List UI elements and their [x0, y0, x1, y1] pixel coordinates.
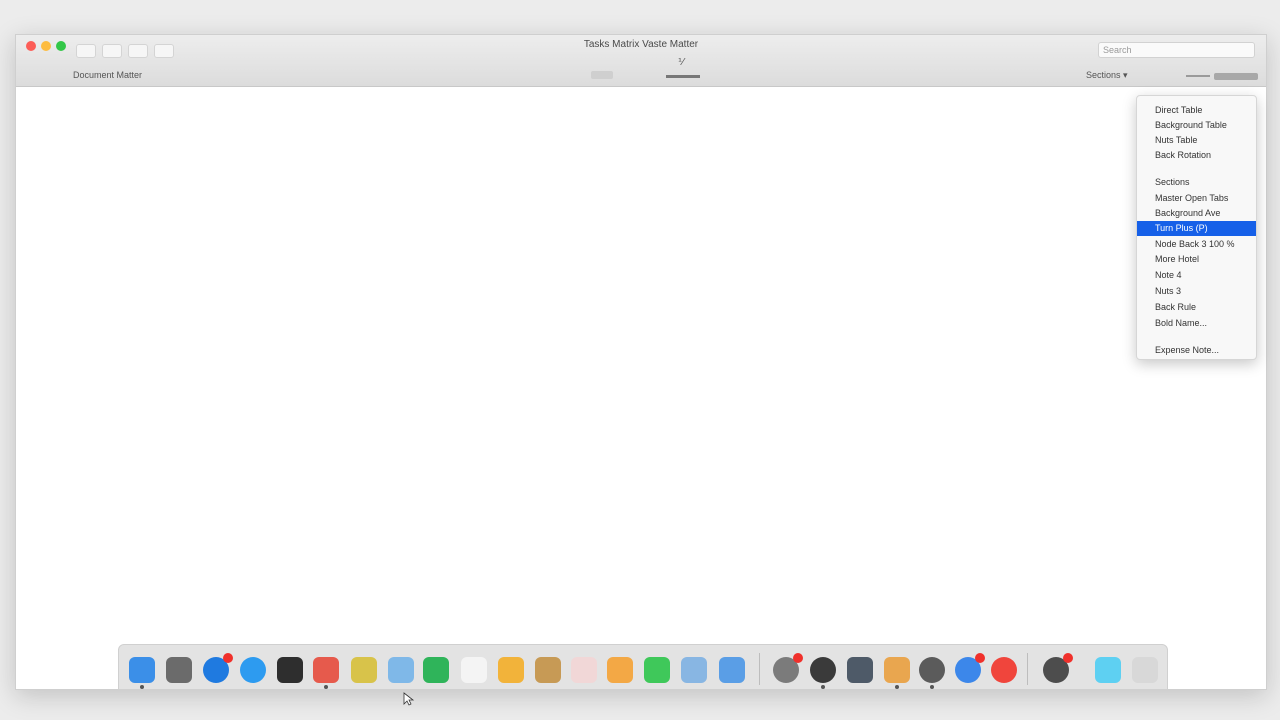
menu-item[interactable]: Back Rotation — [1137, 148, 1256, 163]
app-window: Tasks Matrix Vaste Matter Document Matte… — [15, 34, 1267, 690]
running-indicator — [140, 685, 144, 689]
downloads-folder-icon[interactable] — [1095, 657, 1121, 683]
notification-badge — [793, 653, 803, 663]
notification-badge — [1063, 653, 1073, 663]
textedit-icon[interactable] — [461, 657, 487, 683]
running-indicator — [895, 685, 899, 689]
toolbar-slider[interactable] — [591, 71, 613, 79]
notification-badge — [223, 653, 233, 663]
trash-icon[interactable] — [1132, 657, 1158, 683]
safari-icon[interactable] — [203, 653, 233, 683]
mail-icon[interactable] — [719, 657, 745, 683]
calendar-icon[interactable] — [313, 657, 339, 689]
menu-item[interactable]: Note 4 — [1137, 268, 1256, 283]
notes-icon[interactable] — [351, 657, 377, 683]
running-indicator — [821, 685, 825, 689]
messages-icon[interactable] — [644, 657, 670, 683]
tool-underline — [666, 75, 700, 78]
music-icon[interactable] — [991, 657, 1017, 683]
color-picker-icon[interactable] — [884, 657, 910, 689]
toolbar-control[interactable] — [1214, 73, 1258, 80]
menu-item[interactable]: Background Table — [1137, 118, 1256, 133]
dock-separator — [1027, 653, 1028, 685]
menu-item[interactable]: Back Rule — [1137, 300, 1256, 315]
menu-item[interactable]: Sections — [1137, 175, 1256, 190]
tool-glyph-icon: ⅟ — [678, 57, 684, 68]
dropdown-menu: Direct Table Background Table Nuts Table Ba… — [1136, 95, 1257, 360]
search-input[interactable]: Search — [1098, 42, 1255, 58]
system-preferences-icon[interactable] — [773, 653, 803, 683]
dock-separator — [759, 653, 760, 685]
menu-item[interactable]: Background Ave — [1137, 206, 1256, 221]
running-indicator — [324, 685, 328, 689]
document-subtitle: Document Matter — [73, 70, 143, 80]
menu-item[interactable]: More Hotel — [1137, 252, 1256, 267]
title-bar: Tasks Matrix Vaste Matter Document Matte… — [16, 35, 1266, 87]
toolbar-divider — [1186, 75, 1210, 77]
window-title: Tasks Matrix Vaste Matter — [583, 39, 699, 50]
menu-item[interactable]: Node Back 3 100 % — [1137, 237, 1256, 252]
menu-item[interactable]: Nuts 3 — [1137, 284, 1256, 299]
pages-icon[interactable] — [498, 657, 524, 683]
trash-utility-icon[interactable] — [1043, 653, 1073, 683]
contacts-icon[interactable] — [535, 657, 561, 683]
toolbar-tool-button[interactable]: ⅟ — [666, 57, 700, 81]
menu-item[interactable]: Nuts Table — [1137, 133, 1256, 148]
numbers-icon[interactable] — [423, 657, 449, 683]
menu-item[interactable]: Master Open Tabs — [1137, 191, 1256, 206]
menu-item[interactable]: Turn Plus (P) — [1137, 221, 1256, 236]
photo-booth-icon[interactable] — [955, 653, 985, 683]
dock — [118, 644, 1168, 690]
menu-item[interactable]: Direct Table — [1137, 103, 1256, 118]
disk-utility-icon[interactable] — [919, 657, 945, 689]
finder-icon[interactable] — [129, 657, 155, 689]
mouse-cursor-icon — [403, 692, 415, 706]
terminal-icon[interactable] — [277, 657, 303, 683]
automator-icon[interactable] — [847, 657, 873, 683]
notification-badge — [975, 653, 985, 663]
menu-item[interactable]: Bold Name... — [1137, 316, 1256, 331]
menu-item[interactable]: Expense Note... — [1137, 343, 1256, 358]
launchpad-icon[interactable] — [166, 657, 192, 683]
sections-dropdown-button[interactable]: Sections ▾ — [1086, 70, 1128, 81]
preview-icon[interactable] — [388, 657, 414, 683]
keynote-icon[interactable] — [681, 657, 707, 683]
running-indicator — [930, 685, 934, 689]
reminders-icon[interactable] — [571, 657, 597, 683]
app-store-icon[interactable] — [240, 657, 266, 683]
photos-icon[interactable] — [607, 657, 633, 683]
activity-icon[interactable] — [810, 657, 836, 689]
